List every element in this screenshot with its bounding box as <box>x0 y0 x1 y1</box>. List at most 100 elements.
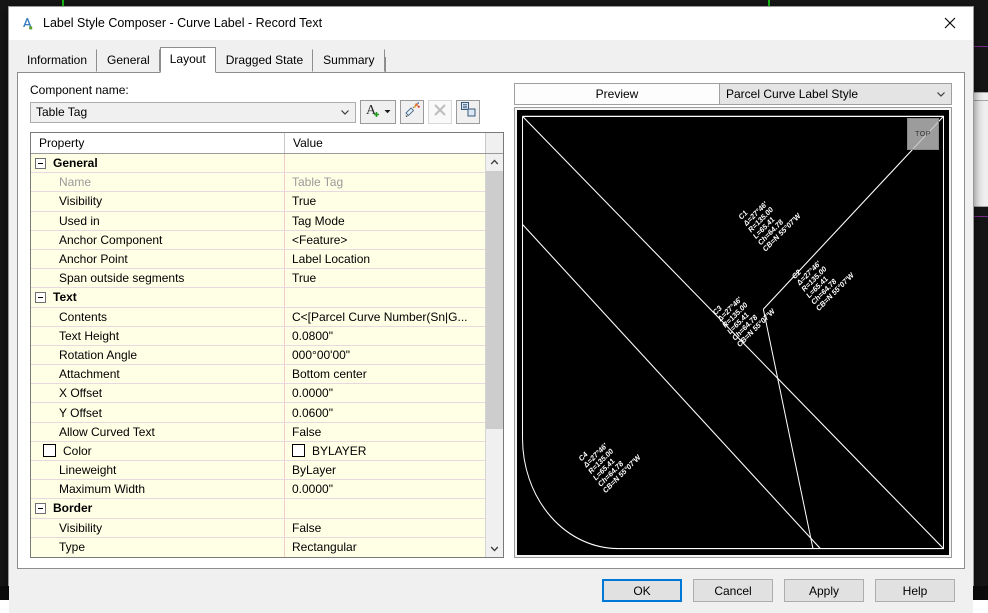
property-value-cell[interactable]: ByLayer <box>285 461 485 479</box>
property-name-label: Color <box>63 443 92 458</box>
scrollbar-track[interactable] <box>486 171 503 540</box>
property-name-label: Type <box>59 540 86 555</box>
property-value-label: 0.0000" <box>292 482 333 497</box>
property-row[interactable]: Lineweight ByLayer <box>31 461 485 481</box>
collapse-toggle-icon[interactable] <box>35 502 46 514</box>
cancel-button[interactable]: Cancel <box>693 579 773 603</box>
property-row[interactable]: Used in Tag Mode <box>31 211 485 231</box>
property-row[interactable]: Anchor Point Label Location <box>31 249 485 270</box>
curve-label-3: C3 Δ=27°46' R=135.00 L=65.41 Ch=64.78 CB… <box>711 294 776 349</box>
property-name-label: Text <box>53 290 77 305</box>
property-value-cell[interactable]: Label Location <box>285 250 485 268</box>
property-value-cell[interactable]: <Feature> <box>285 231 485 249</box>
property-value-cell[interactable]: False <box>285 519 485 537</box>
property-value-cell[interactable]: False <box>285 423 485 441</box>
property-name-cell: Span outside segments <box>31 269 285 288</box>
property-row[interactable]: Name Table Tag <box>31 173 485 193</box>
property-value-label: True <box>292 194 317 209</box>
property-name-cell: Used in <box>31 211 285 230</box>
create-text-component-button[interactable]: A <box>360 100 396 124</box>
property-name-cell: Anchor Component <box>31 230 285 249</box>
property-name-label: General <box>53 156 98 171</box>
property-value-cell[interactable]: 0.0600" <box>285 403 485 421</box>
property-value-label: BYLAYER <box>312 443 367 458</box>
curve-label-2: C2 Δ=27°46' R=135.00 L=65.41 Ch=64.78 CB… <box>790 258 855 313</box>
property-name-cell: Lineweight <box>31 461 285 480</box>
property-value-label: C<[Parcel Curve Number(Sn|G... <box>292 309 468 324</box>
tab-dragged-state[interactable]: Dragged State <box>215 49 314 72</box>
chevron-down-icon <box>339 106 351 118</box>
property-row[interactable]: Span outside segments True <box>31 269 485 289</box>
property-row[interactable]: Border <box>31 499 485 519</box>
tab-general[interactable]: General <box>97 49 160 72</box>
property-row[interactable]: X Offset 0.0000" <box>31 384 485 404</box>
preview-drawing-canvas[interactable]: C1 Δ=27°46' R=135.00 L=65.41 Ch=64.78 CB… <box>517 110 949 555</box>
property-value-cell[interactable]: Table Tag <box>285 173 485 191</box>
property-row[interactable]: Anchor Component <Feature> <box>31 230 485 250</box>
copy-component-button[interactable] <box>400 100 424 124</box>
property-row[interactable]: Attachment Bottom center <box>31 365 485 385</box>
close-icon[interactable] <box>927 8 973 39</box>
property-row[interactable]: Type Rectangular <box>31 537 485 557</box>
viewcube[interactable]: TOP <box>907 118 939 150</box>
tab-summary[interactable]: Summary <box>313 49 385 72</box>
property-name-label: Text Height <box>59 328 120 343</box>
help-button[interactable]: Help <box>875 579 955 603</box>
property-value-cell[interactable]: 0.0000" <box>285 384 485 402</box>
preview-style-select[interactable]: Parcel Curve Label Style <box>720 83 952 105</box>
property-value-label: 0.0800" <box>292 328 333 343</box>
property-value-cell[interactable]: Bottom center <box>285 365 485 383</box>
component-name-select[interactable]: Table Tag <box>30 101 356 123</box>
property-value-cell[interactable]: Tag Mode <box>285 212 485 230</box>
property-name-label: Visibility <box>59 194 103 209</box>
tab-information[interactable]: Information <box>17 49 98 72</box>
color-swatch[interactable] <box>292 444 305 458</box>
property-row[interactable]: General <box>31 154 485 174</box>
property-row[interactable]: Allow Curved Text False <box>31 422 485 442</box>
property-row[interactable]: Maximum Width 0.0000" <box>31 480 485 500</box>
curve-label-4: C4 Δ=27°46' R=135.00 L=65.41 Ch=64.78 CB… <box>577 441 642 496</box>
property-name-cell: Type <box>31 537 285 557</box>
property-row[interactable]: Text <box>31 288 485 308</box>
collapse-toggle-icon[interactable] <box>35 291 46 303</box>
property-row[interactable]: Y Offset 0.0600" <box>31 403 485 423</box>
preview-canvas-frame: C1 Δ=27°46' R=135.00 L=65.41 Ch=64.78 CB… <box>514 107 952 558</box>
apply-button[interactable]: Apply <box>784 579 864 603</box>
ok-button[interactable]: OK <box>602 579 682 603</box>
property-value-cell[interactable]: True <box>285 269 485 287</box>
property-value-cell[interactable]: 0.0000" <box>285 480 485 498</box>
property-value-cell[interactable]: 000°00'00" <box>285 346 485 364</box>
property-row[interactable]: Contents C<[Parcel Curve Number(Sn|G... <box>31 307 485 327</box>
collapse-toggle-icon[interactable] <box>35 157 46 169</box>
component-toolbar-row: Table Tag A <box>30 100 504 124</box>
property-row[interactable]: Rotation Angle 000°00'00" <box>31 345 485 366</box>
property-row[interactable]: Color BYLAYER <box>31 441 485 461</box>
property-value-cell[interactable]: Rectangular <box>285 538 485 557</box>
property-name-cell: Maximum Width <box>31 480 285 499</box>
property-value-cell[interactable]: 0.0800" <box>285 327 485 345</box>
scrollbar-thumb[interactable] <box>486 171 503 430</box>
property-value-cell[interactable] <box>285 499 485 517</box>
scroll-up-button[interactable] <box>486 154 503 171</box>
color-swatch[interactable] <box>43 444 56 458</box>
property-group-cell: Text <box>31 288 285 307</box>
dialog-title: Label Style Composer - Curve Label - Rec… <box>43 16 323 30</box>
scroll-down-button[interactable] <box>486 539 503 557</box>
property-value-cell[interactable]: True <box>285 192 485 210</box>
component-draw-order-button[interactable] <box>456 100 480 124</box>
property-row[interactable]: Text Height 0.0800" <box>31 326 485 346</box>
property-grid-scrollbar[interactable] <box>485 154 503 557</box>
tab-layout[interactable]: Layout <box>159 47 216 73</box>
curve-label-1: C1 Δ=27°46' R=135.00 L=65.41 Ch=64.78 CB… <box>737 199 802 254</box>
layout-tab-page: Component name: Table Tag A Property Val… <box>17 72 965 569</box>
property-name-label: Used in <box>59 213 100 228</box>
property-name-label: Attachment <box>59 367 120 382</box>
property-value-cell[interactable]: C<[Parcel Curve Number(Sn|G... <box>285 308 485 326</box>
property-name-label: Maximum Width <box>59 482 146 497</box>
property-row[interactable]: Visibility False <box>31 518 485 538</box>
property-value-cell[interactable]: BYLAYER <box>285 442 485 460</box>
property-row[interactable]: Visibility True <box>31 192 485 212</box>
property-value-cell[interactable] <box>285 154 485 172</box>
property-value-cell[interactable] <box>285 288 485 306</box>
property-value-label: <Feature> <box>292 232 348 247</box>
